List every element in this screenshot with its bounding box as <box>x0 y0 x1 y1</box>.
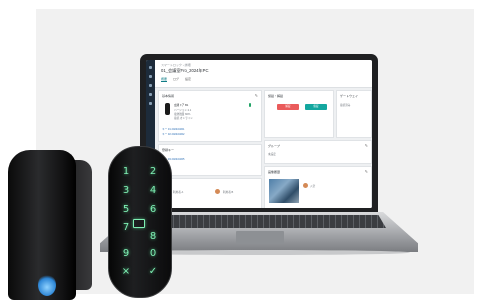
unlock-button[interactable]: 解錠 <box>277 104 299 110</box>
keypad-confirm-key[interactable]: ✓ <box>147 266 159 277</box>
sidebar-lock-icon[interactable] <box>149 75 152 78</box>
breadcrumb[interactable]: スマートロック › 詳細 <box>161 63 191 67</box>
camera-card: 画像履歴 ✎ 入室 <box>264 166 372 208</box>
lock-button[interactable]: 施錠 <box>305 104 327 110</box>
keypad-key-3[interactable]: 3 <box>120 185 132 196</box>
keypad-key-2[interactable]: 2 <box>147 166 159 177</box>
sidebar-home-icon[interactable] <box>149 66 152 69</box>
camera-badge: 入室 <box>310 185 316 188</box>
sidebar-settings-icon[interactable] <box>149 102 152 105</box>
keypad-key-8[interactable]: 8 <box>147 231 159 242</box>
keypad-key-9[interactable]: 9 <box>120 248 132 259</box>
keypad-key-1[interactable]: 1 <box>120 166 132 177</box>
avatar <box>303 183 308 188</box>
lock-control-card: 施錠・解錠 解錠 施錠 <box>264 90 334 138</box>
keys-card-title: 登録キー <box>162 148 175 152</box>
gateway-title: ゲートウェイ <box>340 94 359 98</box>
tab-settings[interactable]: 設定 <box>185 77 191 81</box>
edit-icon[interactable]: ✎ <box>255 93 258 98</box>
sidebar-key-icon[interactable] <box>149 84 152 87</box>
online-indicator <box>249 103 251 107</box>
key-item[interactable]: キー 02 2024/04/02 <box>162 132 185 136</box>
laptop-lid: スマートロック › 詳細 01_会議室Fro_2024年PC 概要 ログ 設定 … <box>140 54 378 214</box>
laptop-trackpad <box>236 231 284 244</box>
keypad-key-7[interactable]: 7 <box>120 222 132 233</box>
camera-title: 画像履歴 <box>268 170 281 174</box>
gateway-card: ゲートウェイ 接続済み <box>336 90 372 138</box>
keypad-cancel-key[interactable]: × <box>120 266 132 277</box>
user-label[interactable]: 利用者 A <box>173 190 183 194</box>
keypad-key-0[interactable]: 0 <box>147 248 159 259</box>
group-card: グループ ✎ 未設定 <box>264 140 372 164</box>
sidebar-user-icon[interactable] <box>149 93 152 96</box>
device-name: 玄関ドア B1 <box>174 104 189 107</box>
device-connection: 接続 オンライン <box>174 117 193 120</box>
group-value: 未設定 <box>268 153 276 156</box>
tab-overview[interactable]: 概要 <box>161 77 168 82</box>
key-item[interactable]: キー 01 2024/04/01 <box>162 127 185 131</box>
edit-icon[interactable]: ✎ <box>365 169 368 174</box>
lock-thumbnail <box>165 103 170 115</box>
camera-photo[interactable] <box>269 179 299 203</box>
avatar <box>215 189 220 194</box>
gateway-status: 接続済み <box>340 104 351 107</box>
app-header: スマートロック › 詳細 01_会議室Fro_2024年PC 概要 ログ 設定 <box>155 60 372 88</box>
users-card: 利用者 A 利用者 B <box>158 178 262 208</box>
lock-control-title: 施錠・解錠 <box>268 94 284 98</box>
keypad-key-6[interactable]: 6 <box>147 204 159 215</box>
keys-card: 登録キー キー 03 2024/04/05 <box>158 144 262 176</box>
device-card: 基本情報 ✎ 玄関ドア B1 バージョン 2.1 電池残量 82% 接続 オンラ… <box>158 90 262 142</box>
lock-led-light <box>38 274 56 296</box>
user-label[interactable]: 利用者 B <box>223 190 233 194</box>
group-title: グループ <box>268 144 280 148</box>
edit-icon[interactable]: ✎ <box>365 143 368 148</box>
device-card-title: 基本情報 <box>162 94 175 98</box>
laptop-screen: スマートロック › 詳細 01_会議室Fro_2024年PC 概要 ログ 設定 … <box>146 60 372 208</box>
tab-log[interactable]: ログ <box>173 77 179 81</box>
keypad-key-4[interactable]: 4 <box>147 185 159 196</box>
keypad-key-5[interactable]: 5 <box>120 204 132 215</box>
page-title: 01_会議室Fro_2024年PC <box>161 68 209 73</box>
card-reader-icon <box>133 219 145 228</box>
